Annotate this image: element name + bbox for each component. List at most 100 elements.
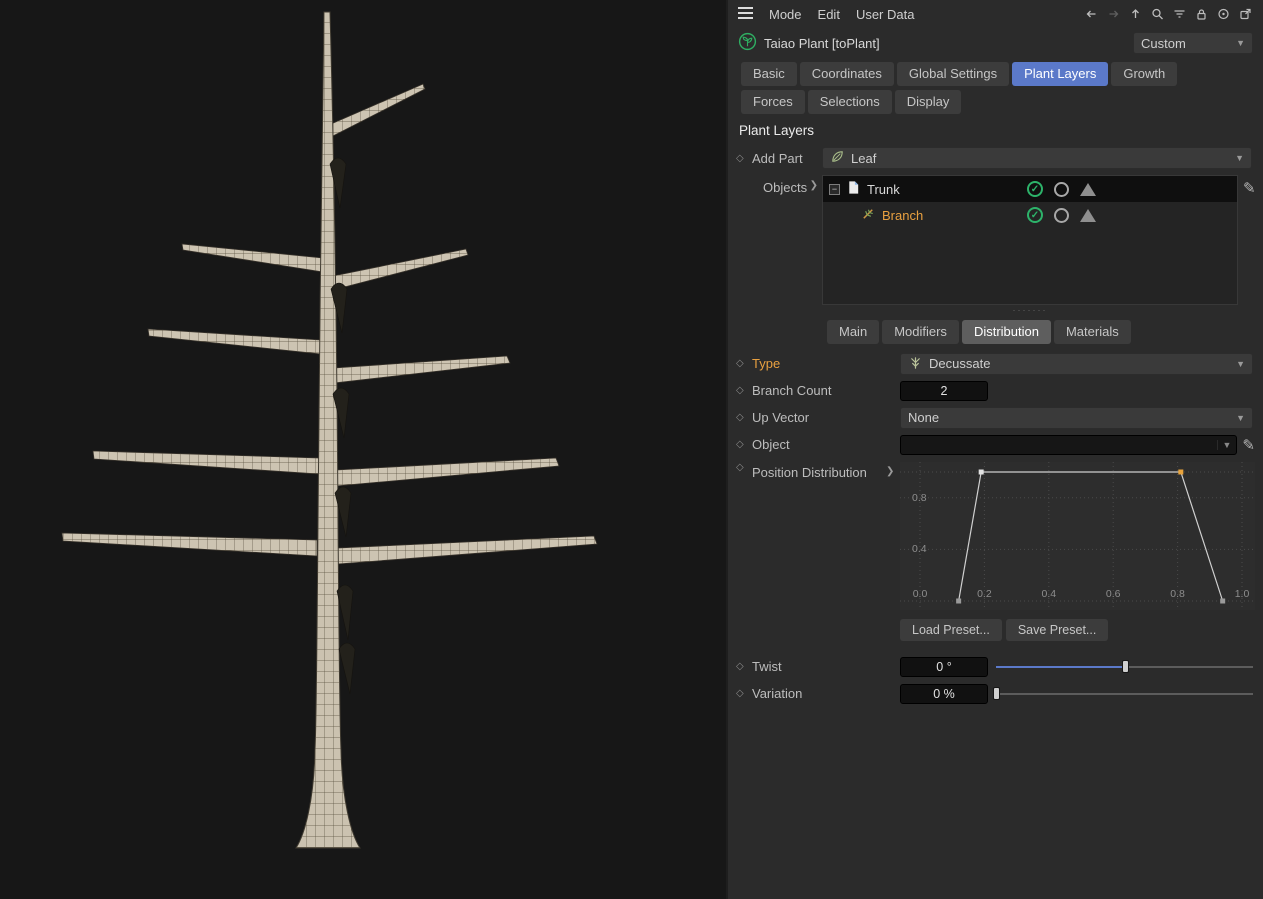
object-state-icons: ✓ bbox=[1027, 181, 1096, 197]
enabled-check-icon[interactable]: ✓ bbox=[1027, 181, 1043, 197]
resize-handle[interactable]: ······· bbox=[822, 305, 1238, 315]
tab-coordinates[interactable]: Coordinates bbox=[799, 62, 894, 86]
object-state-icons: ✓ bbox=[1027, 207, 1096, 223]
add-part-value: Leaf bbox=[851, 150, 877, 166]
twist-slider[interactable] bbox=[996, 659, 1253, 674]
preset-dropdown[interactable]: Custom ▼ bbox=[1133, 32, 1253, 54]
branch-count-label: Branch Count bbox=[752, 383, 832, 398]
branch-count-row: ◇ Branch Count bbox=[728, 377, 1263, 404]
slider-handle[interactable] bbox=[993, 686, 1000, 700]
objects-section: Objects ❯ − Trunk ✓ Branch ✓ ✎ bbox=[728, 175, 1263, 305]
slider-handle[interactable] bbox=[1121, 659, 1129, 673]
sub-tab-row: Main Modifiers Distribution Materials bbox=[827, 320, 1263, 344]
decussate-icon bbox=[908, 355, 923, 373]
branch-object-icon bbox=[861, 206, 876, 224]
target-icon[interactable] bbox=[1216, 7, 1231, 21]
curve-x-tick: 0.4 bbox=[1041, 588, 1057, 600]
distribution-curve[interactable] bbox=[900, 462, 1255, 610]
add-part-label: Add Part bbox=[752, 150, 803, 166]
object-name[interactable]: Trunk bbox=[867, 182, 900, 197]
subtab-main[interactable]: Main bbox=[827, 320, 880, 344]
type-dropdown[interactable]: Decussate ▼ bbox=[900, 352, 1253, 375]
edit-pencil-icon[interactable]: ✎ bbox=[1242, 436, 1255, 454]
menu-mode[interactable]: Mode bbox=[769, 7, 802, 22]
tab-basic[interactable]: Basic bbox=[741, 62, 797, 86]
twist-row: ◇ Twist bbox=[728, 653, 1263, 680]
viewport-3d[interactable] bbox=[0, 0, 728, 899]
curve-y-tick: 0.4 bbox=[912, 543, 927, 556]
object-title: Taiao Plant [toPlant] bbox=[764, 35, 880, 51]
add-part-row: ◇ Add Part Leaf ▼ bbox=[728, 145, 1263, 171]
edit-pencil-icon[interactable]: ✎ bbox=[1243, 179, 1256, 305]
plant-object-icon bbox=[738, 32, 757, 54]
up-vector-label: Up Vector bbox=[752, 410, 810, 425]
tab-selections[interactable]: Selections bbox=[807, 90, 892, 114]
up-vector-dropdown[interactable]: None ▼ bbox=[900, 406, 1253, 429]
variation-input[interactable] bbox=[900, 683, 988, 704]
object-link-row: ◇ Object ▼ ✎ bbox=[728, 431, 1263, 458]
position-distribution-label: Position Distribution bbox=[752, 465, 867, 480]
tab-forces[interactable]: Forces bbox=[741, 90, 805, 114]
curve-x-tick: 0.0 bbox=[912, 588, 928, 600]
menu-edit[interactable]: Edit bbox=[818, 7, 840, 22]
visibility-circle-icon[interactable] bbox=[1054, 207, 1069, 223]
object-name[interactable]: Branch bbox=[882, 208, 923, 223]
twist-input[interactable] bbox=[900, 656, 988, 677]
preset-button-row: Load Preset... Save Preset... bbox=[900, 619, 1263, 641]
position-distribution-curve-editor[interactable]: 0.0 0.2 0.4 0.6 0.8 1.0 0.8 0.4 bbox=[900, 462, 1255, 610]
type-row: ◇ Type Decussate ▼ bbox=[728, 350, 1263, 377]
collapse-expander-icon[interactable]: − bbox=[829, 183, 840, 195]
object-row-trunk[interactable]: − Trunk ✓ bbox=[823, 176, 1237, 202]
external-link-icon[interactable] bbox=[1238, 7, 1253, 21]
variation-slider[interactable] bbox=[993, 686, 1253, 701]
object-link-label: Object bbox=[752, 437, 790, 452]
save-preset-button[interactable]: Save Preset... bbox=[1005, 619, 1109, 641]
trunk-object-icon bbox=[846, 180, 861, 198]
attributes-panel: Mode Edit User Data Taiao Plant [toPlant… bbox=[728, 0, 1263, 899]
lock-icon[interactable] bbox=[1194, 7, 1209, 21]
filter-icon[interactable] bbox=[1172, 7, 1187, 21]
curve-x-tick: 0.2 bbox=[977, 588, 992, 600]
back-icon[interactable] bbox=[1084, 7, 1099, 21]
chevron-down-icon: ▼ bbox=[1236, 412, 1245, 423]
load-preset-button[interactable]: Load Preset... bbox=[900, 619, 1002, 641]
enabled-check-icon[interactable]: ✓ bbox=[1027, 207, 1043, 223]
object-manager[interactable]: − Trunk ✓ Branch ✓ bbox=[822, 175, 1238, 305]
object-link-field[interactable]: ▼ bbox=[900, 434, 1238, 455]
object-row-branch[interactable]: Branch ✓ bbox=[823, 202, 1237, 228]
render-triangle-icon[interactable] bbox=[1080, 182, 1096, 196]
expand-arrow-icon[interactable]: ❯ bbox=[886, 462, 900, 477]
forward-icon[interactable] bbox=[1106, 7, 1121, 21]
tab-global-settings[interactable]: Global Settings bbox=[896, 62, 1010, 86]
hamburger-menu-icon[interactable] bbox=[738, 6, 753, 22]
param-diamond-icon: ◇ bbox=[736, 152, 744, 164]
position-distribution-row: ◇ Position Distribution ❯ 0.0 0.2 0.4 0.6 0.… bbox=[728, 462, 1263, 610]
tab-row-1: Basic Coordinates Global Settings Plant … bbox=[728, 62, 1263, 86]
subtab-distribution[interactable]: Distribution bbox=[961, 320, 1051, 344]
param-diamond-icon: ◇ bbox=[736, 358, 744, 369]
render-triangle-icon[interactable] bbox=[1080, 208, 1096, 222]
param-diamond-icon: ◇ bbox=[736, 462, 744, 473]
tab-growth[interactable]: Growth bbox=[1111, 62, 1178, 86]
twist-label: Twist bbox=[752, 659, 782, 674]
application-window: Mode Edit User Data Taiao Plant [toPlant… bbox=[0, 0, 1263, 899]
menu-user-data[interactable]: User Data bbox=[856, 7, 915, 22]
up-vector-value: None bbox=[908, 410, 940, 425]
chevron-down-icon[interactable]: ▼ bbox=[1216, 439, 1237, 450]
section-title: Plant Layers bbox=[739, 123, 815, 138]
branch-count-input[interactable] bbox=[900, 380, 988, 401]
tab-display[interactable]: Display bbox=[894, 90, 962, 114]
tab-plant-layers[interactable]: Plant Layers bbox=[1012, 62, 1109, 86]
up-icon[interactable] bbox=[1128, 7, 1143, 21]
attribute-menubar: Mode Edit User Data bbox=[728, 0, 1263, 28]
add-part-dropdown[interactable]: Leaf ▼ bbox=[822, 147, 1252, 169]
chevron-down-icon: ▼ bbox=[1235, 153, 1244, 163]
tab-row-2: Forces Selections Display bbox=[728, 90, 1263, 114]
objects-label: Objects bbox=[763, 180, 808, 195]
visibility-circle-icon[interactable] bbox=[1054, 181, 1069, 197]
curve-x-tick: 0.6 bbox=[1105, 588, 1121, 600]
search-icon[interactable] bbox=[1150, 7, 1165, 21]
subtab-materials[interactable]: Materials bbox=[1053, 320, 1131, 344]
subtab-modifiers[interactable]: Modifiers bbox=[882, 320, 959, 344]
expand-arrow-icon[interactable]: ❯ bbox=[810, 180, 818, 305]
